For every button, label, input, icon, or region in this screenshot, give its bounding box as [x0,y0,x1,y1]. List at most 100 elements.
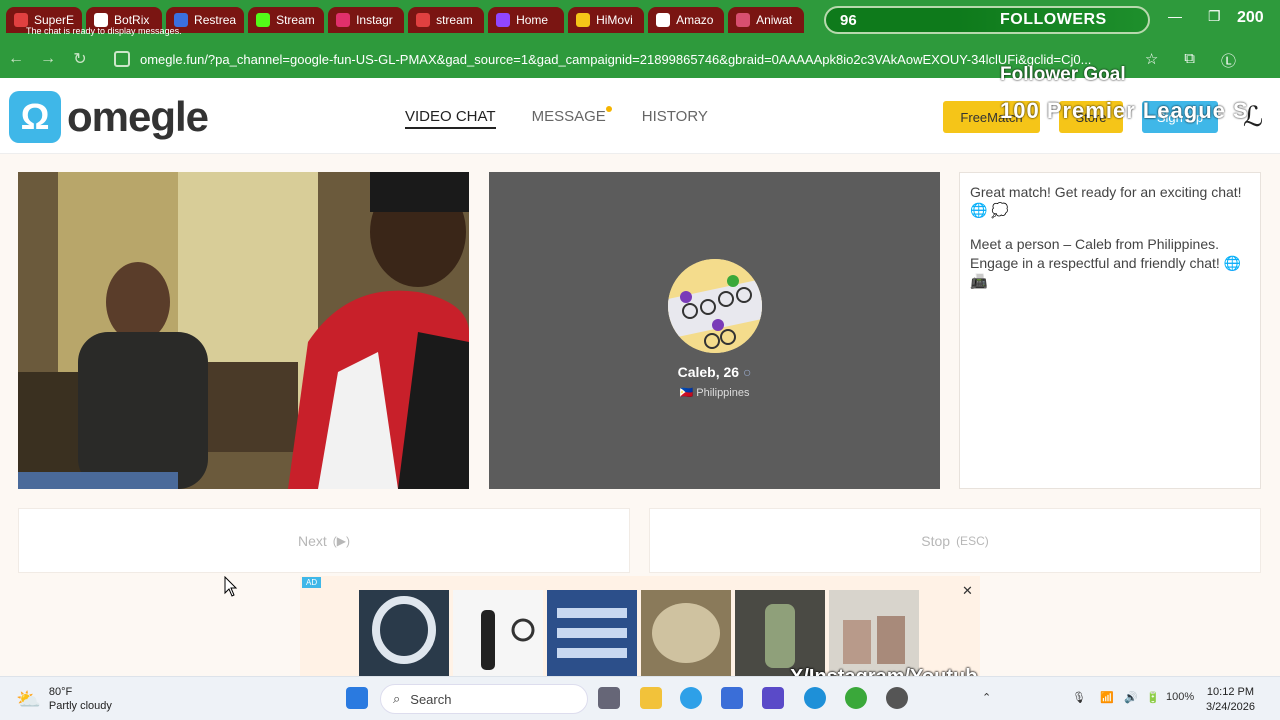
copilot-icon[interactable] [762,687,784,709]
remote-country: 🇵🇭 Philippines [489,386,940,399]
forward-icon[interactable]: → [32,50,64,68]
ad-product-chain[interactable] [359,590,449,676]
wifi-icon[interactable]: 📶 [1100,691,1114,704]
ad-product-bracelets[interactable] [641,590,731,676]
reload-icon[interactable]: ↻ [64,49,96,69]
partly-cloudy-icon: ⛅ [16,688,41,711]
ad-badge: AD [302,577,322,588]
edge-icon[interactable] [804,687,826,709]
store-app-icon[interactable] [721,687,743,709]
tab-favicon-icon [576,13,591,27]
tab-label: Aniwat [756,13,793,27]
followers-goal-bar: 96 FOLLOWERS [824,6,1150,34]
next-label: Next [297,532,327,549]
help-icon[interactable] [680,687,702,709]
extensions-icon[interactable]: ⧉ [1184,50,1195,71]
search-placeholder: Search [410,691,452,707]
nav-video-chat[interactable]: VIDEO CHAT [405,108,496,129]
omegle-logo[interactable]: Ω omegle [9,91,209,143]
browser-tab[interactable]: Instagr [328,7,405,33]
stop-hint: (ESC) [956,533,989,548]
tab-favicon-icon [256,13,271,27]
follower-goal-title: Follower Goal [1000,64,1126,85]
taskbar-search[interactable]: ⌕ Search [380,684,588,714]
chat-message: Great match! Get ready for an exciting c… [970,184,1242,219]
chat-panel: Great match! Get ready for an exciting c… [959,172,1261,489]
browser-toolbar-right: ☆ ⧉ Ⓛ [1145,50,1280,71]
tab-favicon-icon [14,13,28,27]
search-icon: ⌕ [393,691,401,706]
nav-history[interactable]: HISTORY [642,108,708,129]
clock[interactable]: 10:12 PM 3/24/2026 [1206,685,1255,716]
remote-name-text: Caleb, 26 [677,364,740,380]
chat-message: Meet a person – Caleb from Philippines. … [970,236,1242,289]
tab-favicon-icon [174,13,189,27]
premier-league-text: 100 Premier League S [1000,98,1249,123]
cyclists-avatar-icon [668,259,762,353]
logo-text: omegle [67,93,209,140]
weather-widget[interactable]: ⛅ 80°F Partly cloudy [16,685,112,714]
tab-label: Home [516,13,549,27]
stop-button[interactable]: Stop (ESC) [649,508,1261,573]
ad-product-jars[interactable] [829,590,919,676]
tab-favicon-icon [656,13,671,27]
bookmark-star-icon[interactable]: ☆ [1145,50,1158,71]
main-nav: VIDEO CHAT MESSAGE HISTORY [405,106,708,129]
back-icon[interactable]: ← [0,50,32,68]
remote-country-name: Philippines [696,387,750,399]
browser-tab[interactable]: stream [408,7,485,33]
start-windows-icon[interactable] [346,687,368,709]
notification-dot [605,106,612,112]
file-explorer-icon[interactable] [640,687,662,709]
task-view-icon[interactable] [598,687,620,709]
restore-icon[interactable]: ❐ [1208,8,1221,25]
ad-product-trimmer[interactable] [453,590,543,676]
stream-chat-overlay-text: The chat is ready to display messages. [26,26,182,36]
volume-icon[interactable]: 🔊 [1124,691,1138,704]
tab-label: stream [436,13,473,27]
next-button[interactable]: Next (▶) [18,508,630,573]
tab-label: Instagr [356,13,393,27]
browser-tab[interactable]: Amazo [648,7,725,33]
ad-product-razors[interactable] [547,590,637,676]
nav-message[interactable]: MESSAGE [531,106,612,129]
battery-icon[interactable]: 🔋 [1146,691,1160,704]
ring-icon: ○ [742,364,752,380]
webcam-feed-image [18,172,469,489]
browser-tab[interactable]: Aniwat [728,7,805,33]
obs-icon[interactable] [886,687,908,709]
remote-name-age: Caleb, 26 ○ [489,364,940,380]
ad-product-bottle[interactable] [735,590,825,676]
nav-message-label: MESSAGE [531,108,606,125]
followers-goal-count: 200 [1237,9,1264,26]
clock-time: 10:12 PM [1206,686,1255,698]
battery-percent: 100% [1166,691,1195,703]
chrome-icon[interactable] [845,687,867,709]
followers-label: FOLLOWERS [1000,11,1107,28]
microphone-icon[interactable]: 🎙 [1072,691,1086,704]
flag-icon: 🇵🇭 [679,387,694,399]
tab-favicon-icon [496,13,511,27]
url-field[interactable]: omegle.fun/?pa_channel=google-fun-US-GL-… [140,52,1100,67]
tab-label: Amazo [676,13,714,27]
tab-favicon-icon [736,13,751,27]
browser-tab[interactable]: Home [488,7,565,33]
tab-label: HiMovi [596,13,633,27]
remote-user-panel: Caleb, 26 ○ 🇵🇭 Philippines [489,172,940,489]
ad-close-icon[interactable]: ✕ [962,583,973,599]
browser-tab[interactable]: Stream [248,7,325,33]
tab-favicon-icon [336,13,351,27]
tray-overflow-icon[interactable]: ⌃ [982,691,991,704]
profile-icon[interactable]: Ⓛ [1221,50,1236,71]
site-info-icon[interactable] [114,51,130,67]
stop-label: Stop [921,532,951,549]
minimize-icon[interactable]: — [1168,8,1182,24]
tab-label: BotRix [114,13,150,27]
weather-temp: 80°F [48,686,73,698]
tab-favicon-icon [94,13,109,27]
weather-condition: Partly cloudy [48,700,112,713]
remote-avatar [668,259,762,353]
browser-tab[interactable]: HiMovi [568,7,645,33]
tab-label: Restrea [194,13,237,27]
clock-date: 3/24/2026 [1206,701,1255,714]
